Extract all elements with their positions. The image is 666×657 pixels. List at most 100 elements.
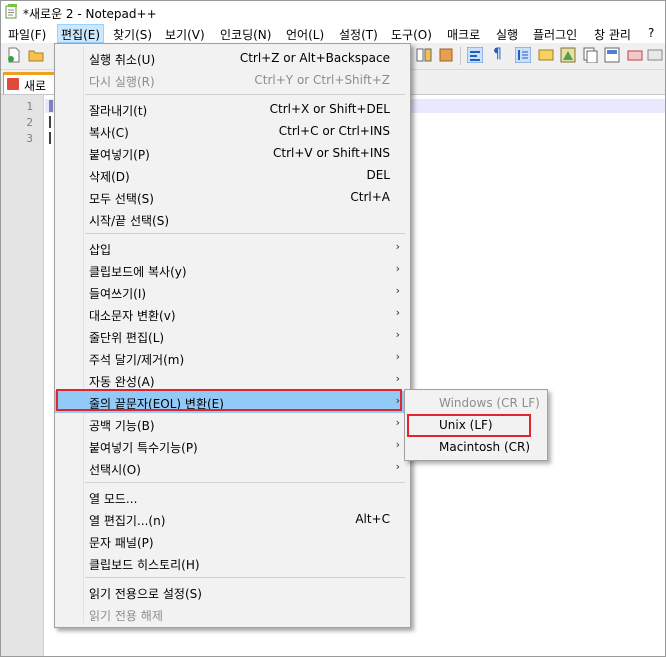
submenu-arrow-icon: › [395, 262, 400, 275]
menu-item-label: 붙여넣기 특수기능(P) [89, 441, 198, 455]
title-bar: *새로운 2 - Notepad++ [1, 1, 665, 23]
menu-0[interactable]: 파일(F) [8, 26, 46, 43]
menu-item-label: 읽기 전용으로 설정(S) [89, 587, 202, 601]
edit-menu-item[interactable]: 잘라내기(t) Ctrl+X or Shift+DEL [55, 98, 410, 120]
submenu-arrow-icon: › [395, 240, 400, 253]
menu-item-label: 줄단위 편집(L) [89, 331, 165, 345]
pilcrow-icon[interactable]: ¶ [493, 46, 509, 62]
line-number: 2 [26, 116, 33, 129]
edit-menu-item[interactable]: 열 모드... [55, 486, 410, 508]
edit-menu-item[interactable]: 읽기 전용으로 설정(S) [55, 581, 410, 603]
menu-bar: 파일(F) 편집(E) 찾기(S) 보기(V) 인코딩(N) 언어(L) 설정(T) 도구(O… [1, 23, 665, 43]
show-all-chars-icon[interactable] [467, 47, 483, 63]
menu-12[interactable]: ? [648, 26, 654, 40]
menu-5[interactable]: 언어(L) [286, 26, 324, 43]
line-number: 3 [26, 132, 33, 145]
window-title: *새로운 2 - Notepad++ [23, 7, 157, 21]
user-defined-lang-icon[interactable] [538, 47, 554, 63]
edit-menu-item[interactable]: 자동 완성(A) › [55, 369, 410, 391]
menu-item-label: 공백 기능(B) [89, 419, 155, 433]
submenu-arrow-icon: › [395, 350, 400, 363]
menu-item-shortcut: Ctrl+V or Shift+INS [273, 146, 390, 160]
edit-menu-item[interactable]: 다시 실행(R) Ctrl+Y or Ctrl+Shift+Z [55, 69, 410, 91]
menu-item-label: 삽입 [89, 243, 112, 257]
new-file-icon[interactable] [6, 47, 22, 63]
menu-3[interactable]: 보기(V) [165, 26, 205, 43]
edit-menu-item[interactable]: 붙여넣기(P) Ctrl+V or Shift+INS [55, 142, 410, 164]
menu-item-shortcut: Ctrl+Y or Ctrl+Shift+Z [254, 73, 390, 87]
submenu-arrow-icon: › [395, 306, 400, 319]
submenu-arrow-icon: › [395, 328, 400, 341]
edit-menu-item[interactable]: 붙여넣기 특수기능(P) › [55, 435, 410, 457]
indent-guide-icon[interactable] [515, 47, 531, 63]
annotation-box-eol-item [56, 389, 402, 411]
menu-item-shortcut: Ctrl+A [350, 190, 390, 204]
menu-item-shortcut: Ctrl+X or Shift+DEL [269, 102, 390, 116]
monitoring-icon[interactable] [627, 47, 643, 63]
menu-separator [85, 94, 405, 95]
submenu-arrow-icon: › [395, 284, 400, 297]
edit-menu-item[interactable]: 문자 패널(P) [55, 530, 410, 552]
menu-8[interactable]: 매크로 [447, 26, 480, 43]
menu-10[interactable]: 플러그인 [533, 26, 577, 43]
word-wrap-icon[interactable] [438, 47, 454, 63]
edit-menu-item[interactable]: 들여쓰기(I) › [55, 281, 410, 303]
text-fragment [49, 132, 51, 144]
submenu-arrow-icon: › [395, 372, 400, 385]
edit-menu-item[interactable]: 줄단위 편집(L) › [55, 325, 410, 347]
record-macro-icon[interactable] [647, 47, 663, 63]
menu-item-shortcut: Ctrl+Z or Alt+Backspace [239, 51, 390, 65]
edit-menu-item[interactable]: 클립보드 히스토리(H) [55, 552, 410, 574]
edit-menu-item[interactable]: 삭제(D) DEL [55, 164, 410, 186]
tab-new-2[interactable]: 새로운 [3, 72, 55, 110]
menu-9[interactable]: 실행 [496, 26, 518, 43]
menu-item-label: 붙여넣기(P) [89, 148, 150, 162]
submenu-arrow-icon: › [395, 460, 400, 473]
menu-item-label: 열 모드... [89, 492, 138, 506]
menu-item-label: 클립보드에 복사(y) [89, 265, 187, 279]
menu-item-label: 시작/끝 선택(S) [89, 214, 170, 228]
edit-menu-item[interactable]: 열 편집기...(n) Alt+C [55, 508, 410, 530]
edit-menu-dropdown: 실행 취소(U) Ctrl+Z or Alt+Backspace 다시 실행(R) C… [54, 43, 411, 628]
eol-option[interactable]: Macintosh (CR) [405, 436, 547, 458]
text-fragment [49, 116, 51, 128]
edit-menu-item[interactable]: 읽기 전용 해제 [55, 603, 410, 625]
edit-menu-item[interactable]: 삽입 › [55, 237, 410, 259]
edit-menu-item[interactable]: 대소문자 변환(v) › [55, 303, 410, 325]
notepadpp-app-icon [5, 4, 17, 19]
edit-menu-item[interactable]: 복사(C) Ctrl+C or Ctrl+INS [55, 120, 410, 142]
text-fragment [49, 100, 53, 112]
edit-menu-item[interactable]: 선택시(O) › [55, 457, 410, 479]
menu-item-label: 문자 패널(P) [89, 536, 154, 550]
menu-item-label: 다시 실행(R) [89, 75, 155, 89]
menu-4[interactable]: 인코딩(N) [220, 26, 271, 43]
doc-map-icon[interactable] [560, 47, 576, 63]
menu-item-label: 삭제(D) [89, 170, 130, 184]
menu-item-label: 실행 취소(U) [89, 53, 156, 67]
line-number: 1 [26, 100, 33, 113]
menu-7[interactable]: 도구(O) [391, 26, 432, 43]
edit-menu-item[interactable]: 주석 달기/제거(m) › [55, 347, 410, 369]
menu-item-label: 주석 달기/제거(m) [89, 353, 185, 367]
menu-11[interactable]: 창 관리 [594, 26, 631, 43]
folder-as-workspace-icon[interactable] [604, 47, 620, 63]
menu-item-label: 선택시(O) [89, 463, 141, 477]
edit-menu-item[interactable]: 클립보드에 복사(y) › [55, 259, 410, 281]
sync-scroll-icon[interactable] [416, 47, 432, 63]
edit-menu-item[interactable]: 공백 기능(B) › [55, 413, 410, 435]
menu-item-label: 복사(C) [89, 126, 129, 140]
edit-menu-item[interactable]: 모두 선택(S) Ctrl+A [55, 186, 410, 208]
edit-menu-item[interactable]: 시작/끝 선택(S) [55, 208, 410, 230]
menu-2[interactable]: 찾기(S) [113, 26, 152, 43]
menu-6[interactable]: 설정(T) [339, 26, 378, 43]
menu-1[interactable]: 편집(E) [57, 24, 105, 43]
menu-item-shortcut: Ctrl+C or Ctrl+INS [278, 124, 390, 138]
function-list-icon[interactable] [582, 47, 598, 63]
open-file-icon[interactable] [28, 47, 44, 63]
edit-menu-item[interactable]: 실행 취소(U) Ctrl+Z or Alt+Backspace [55, 47, 410, 69]
eol-option[interactable]: Windows (CR LF) [405, 392, 547, 414]
menu-item-shortcut: Alt+C [355, 512, 390, 526]
menu-item-label: 들여쓰기(I) [89, 287, 147, 301]
annotation-box-unix-lf [407, 414, 531, 437]
menu-item-shortcut: DEL [366, 168, 390, 182]
